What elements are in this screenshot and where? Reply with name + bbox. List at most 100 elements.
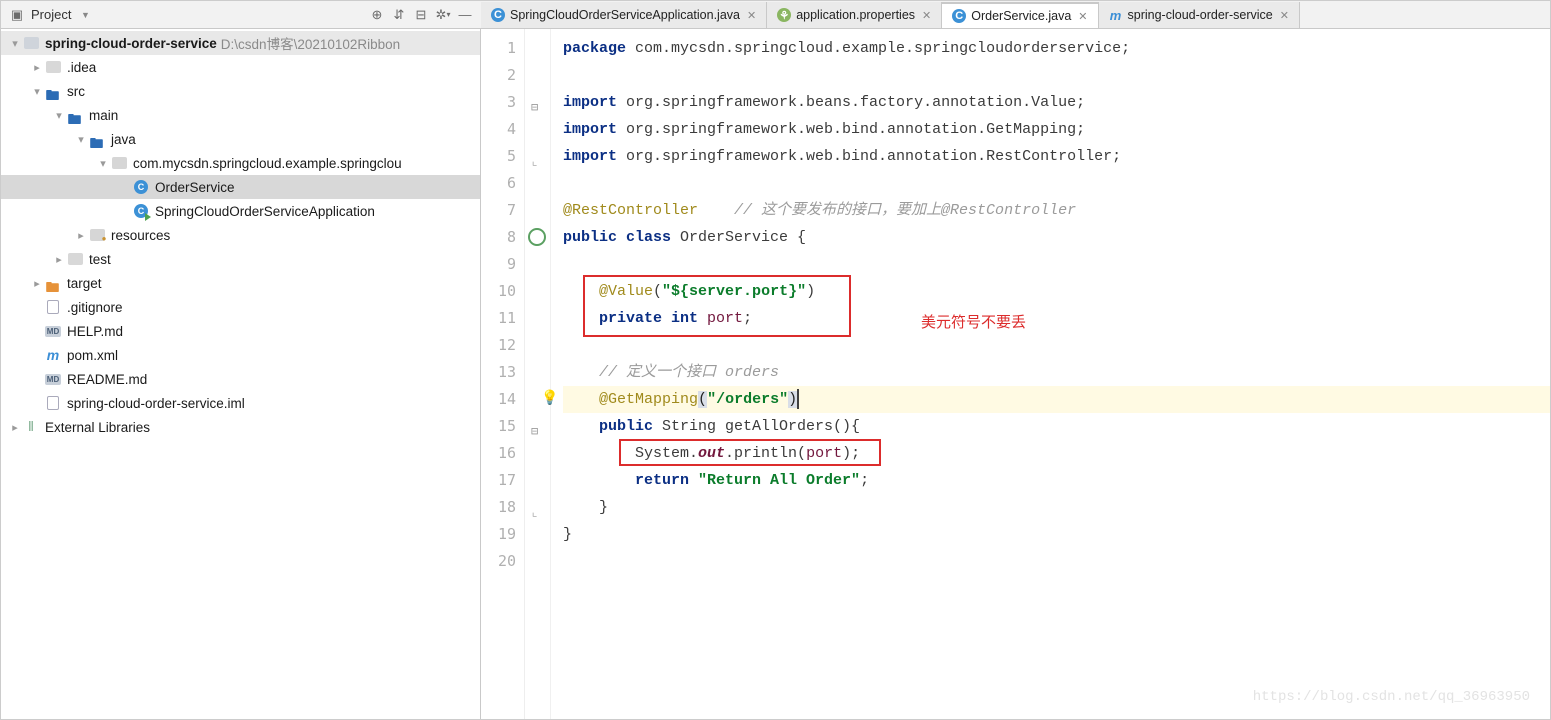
tree-node[interactable]: mpom.xml	[1, 343, 480, 367]
line-number: 1	[481, 35, 516, 62]
settings-icon[interactable]: ✲▾	[435, 7, 451, 23]
tree-node-label: java	[111, 132, 136, 147]
tree-node-label: resources	[111, 228, 170, 243]
code-line[interactable]	[563, 251, 1550, 278]
close-icon[interactable]: ✕	[922, 9, 931, 22]
hide-icon[interactable]: —	[457, 7, 473, 23]
project-tree[interactable]: ▾spring-cloud-order-serviceD:\csdn博客\202…	[1, 29, 480, 719]
expand-arrow-icon[interactable]: ▾	[31, 85, 43, 98]
folder-blue-icon: 🖿	[45, 83, 61, 99]
tree-node[interactable]: .gitignore	[1, 295, 480, 319]
tree-node[interactable]: ▸🖿target	[1, 271, 480, 295]
tree-node[interactable]: ▾🖿java	[1, 127, 480, 151]
code-line[interactable]: @RestController // 这个要发布的接口，要加上@RestCont…	[563, 197, 1550, 224]
class-gutter-icon[interactable]	[528, 228, 546, 246]
line-number: 3	[481, 89, 516, 116]
code-line[interactable]: public class OrderService {	[563, 224, 1550, 251]
tree-node[interactable]: ▸.idea	[1, 55, 480, 79]
select-target-icon[interactable]: ⊕	[369, 7, 385, 23]
editor-tab[interactable]: CSpringCloudOrderServiceApplication.java…	[481, 2, 767, 28]
project-label[interactable]: Project	[31, 7, 71, 22]
expand-arrow-icon[interactable]: ▾	[75, 133, 87, 146]
tree-node[interactable]: ▾com.mycsdn.springcloud.example.springcl…	[1, 151, 480, 175]
marker-gutter: ⊟ ⌞ ⊟ ⌞	[525, 29, 551, 719]
tree-node[interactable]: spring-cloud-order-service.iml	[1, 391, 480, 415]
code-line[interactable]: public String getAllOrders(){	[563, 413, 1550, 440]
tree-node[interactable]: ▸test	[1, 247, 480, 271]
editor-tab[interactable]: ⚘application.properties✕	[767, 2, 942, 28]
watermark: https://blog.csdn.net/qq_36963950	[1253, 684, 1530, 711]
fold-icon[interactable]: ⌞	[531, 500, 549, 518]
tab-label: SpringCloudOrderServiceApplication.java	[510, 8, 740, 22]
res-icon: ●	[89, 227, 105, 243]
fold-icon[interactable]: ⌞	[531, 149, 549, 167]
editor-tab[interactable]: COrderService.java✕	[942, 2, 1098, 28]
sync-icon[interactable]: ⇵	[391, 7, 407, 23]
line-number: 6	[481, 170, 516, 197]
code-line[interactable]: import org.springframework.web.bind.anno…	[563, 143, 1550, 170]
tree-node-label: SpringCloudOrderServiceApplication	[155, 204, 375, 219]
annotation-box-1	[583, 275, 851, 337]
code-line[interactable]: }	[563, 521, 1550, 548]
code-line[interactable]: }	[563, 494, 1550, 521]
expand-arrow-icon[interactable]: ▸	[31, 61, 43, 74]
line-number: 18	[481, 494, 516, 521]
fold-icon[interactable]: ⊟	[531, 95, 549, 113]
expand-arrow-icon[interactable]: ▸	[9, 421, 21, 434]
code-line[interactable]: package com.mycsdn.springcloud.example.s…	[563, 35, 1550, 62]
line-number: 4	[481, 116, 516, 143]
line-number: 20	[481, 548, 516, 575]
tree-node[interactable]: MDREADME.md	[1, 367, 480, 391]
tree-node[interactable]: ▸⫴External Libraries	[1, 415, 480, 439]
tree-node[interactable]: ▾🖿 src	[1, 79, 480, 103]
close-icon[interactable]: ✕	[1280, 9, 1289, 22]
tree-node-label: src	[67, 84, 85, 99]
code-line[interactable]: 💡 @GetMapping("/orders")	[563, 386, 1550, 413]
code-line[interactable]: import org.springframework.web.bind.anno…	[563, 116, 1550, 143]
expand-arrow-icon[interactable]: ▾	[97, 157, 109, 170]
lib-icon: ⫴	[23, 419, 39, 435]
tree-node[interactable]: COrderService	[1, 175, 480, 199]
expand-arrow-icon[interactable]: ▾	[53, 109, 65, 122]
collapse-icon[interactable]: ⊟	[413, 7, 429, 23]
file-icon	[45, 395, 61, 411]
editor-tabs: CSpringCloudOrderServiceApplication.java…	[481, 1, 1550, 28]
intention-bulb-icon[interactable]: 💡	[541, 386, 558, 413]
tree-node[interactable]: ▾🖿main	[1, 103, 480, 127]
code-line[interactable]: // 定义一个接口 orders	[563, 359, 1550, 386]
code-line[interactable]: return "Return All Order";	[563, 467, 1550, 494]
expand-arrow-icon[interactable]: ▸	[75, 229, 87, 242]
expand-arrow-icon[interactable]: ▸	[31, 277, 43, 290]
line-number: 9	[481, 251, 516, 278]
close-icon[interactable]: ✕	[747, 9, 756, 22]
line-number: 13	[481, 359, 516, 386]
tree-node[interactable]: C SpringCloudOrderServiceApplication	[1, 199, 480, 223]
prop-file-icon: ⚘	[777, 8, 791, 22]
editor-tab[interactable]: mspring-cloud-order-service✕	[1099, 2, 1300, 28]
code-line[interactable]	[563, 62, 1550, 89]
tree-node[interactable]: ▾spring-cloud-order-serviceD:\csdn博客\202…	[1, 31, 480, 55]
folder-icon	[67, 251, 83, 267]
folder-icon	[45, 59, 61, 75]
code-line[interactable]: import org.springframework.beans.factory…	[563, 89, 1550, 116]
class-run-icon: C	[133, 203, 149, 219]
tree-node[interactable]: ▸● resources	[1, 223, 480, 247]
line-number: 15	[481, 413, 516, 440]
md-icon: MD	[45, 323, 61, 339]
tab-label: spring-cloud-order-service	[1128, 8, 1273, 22]
code-editor[interactable]: 1234567891011121314151617181920 ⊟⌞⊟⌞ 美元符…	[481, 29, 1550, 719]
dropdown-icon[interactable]: ▼	[77, 7, 93, 23]
code-area[interactable]: 美元符号不要丢 https://blog.csdn.net/qq_3696395…	[551, 29, 1550, 719]
fold-icon[interactable]: ⊟	[531, 419, 549, 437]
expand-arrow-icon[interactable]: ▾	[9, 37, 21, 50]
code-line[interactable]	[563, 170, 1550, 197]
tree-node-label: spring-cloud-order-service	[45, 36, 217, 51]
mod-icon	[23, 35, 39, 51]
close-icon[interactable]: ✕	[1078, 10, 1087, 23]
tree-node[interactable]: MD HELP.md	[1, 319, 480, 343]
code-line[interactable]	[563, 548, 1550, 575]
tree-node-label: HELP.md	[67, 324, 123, 339]
expand-arrow-icon[interactable]: ▸	[53, 253, 65, 266]
md-icon: MD	[45, 371, 61, 387]
annotation-box-2	[619, 439, 881, 466]
